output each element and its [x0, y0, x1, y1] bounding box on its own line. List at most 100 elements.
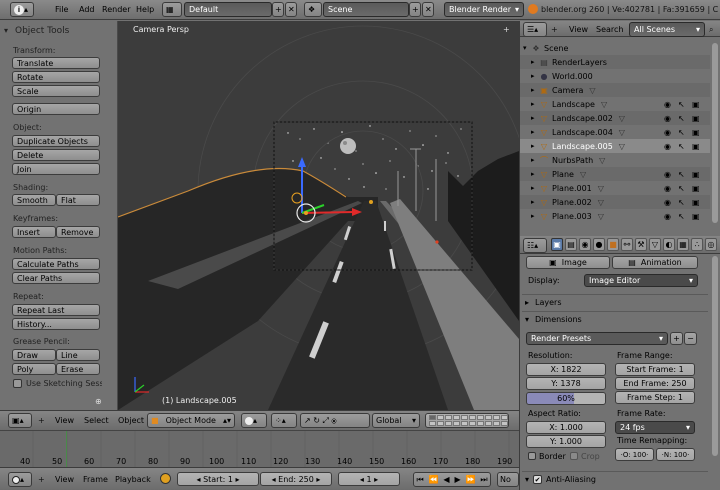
play-reverse-icon[interactable]: ◀ — [443, 475, 449, 484]
eye-icon[interactable]: ◉ — [664, 170, 671, 179]
tree-line-icon[interactable]: ▸ — [531, 156, 539, 164]
crop-checkbox[interactable] — [570, 452, 578, 460]
manipulator-buttons[interactable]: ↗ ↻ ⤢ ⦿ — [300, 413, 370, 428]
scale-button[interactable]: Scale — [12, 85, 100, 97]
object-data-icon[interactable]: ▽ — [598, 184, 604, 193]
collapse-menus-icon[interactable]: + — [38, 475, 45, 484]
resolution-percentage-slider[interactable]: 60% — [526, 392, 606, 405]
display-select[interactable]: Image Editor ▾ — [584, 274, 698, 287]
layer-toggle[interactable] — [493, 415, 500, 420]
outliner-item[interactable]: ▸ ▽ Landscape.004 ▽ ◉ ↖ ▣ — [520, 125, 710, 139]
current-frame-field[interactable]: ◂ 1 ▸ — [338, 472, 400, 486]
cursor-icon[interactable]: ↖ — [678, 170, 685, 179]
render-visibility-icon[interactable]: ▣ — [692, 114, 700, 123]
anti-aliasing-panel-header[interactable]: ▾ ✔ Anti-Aliasing — [522, 471, 708, 487]
menu-file[interactable]: File — [55, 5, 68, 14]
keyframe-record-icon[interactable] — [160, 473, 171, 484]
layer-buttons[interactable] — [425, 413, 509, 428]
object-data-icon[interactable]: ▽ — [619, 114, 625, 123]
cursor-icon[interactable]: ↖ — [678, 100, 685, 109]
jump-start-icon[interactable]: ⏮ — [416, 475, 423, 485]
poly-button[interactable]: Poly — [12, 363, 56, 375]
tree-line-icon[interactable]: ▸ — [531, 86, 539, 94]
duplicate-objects-button[interactable]: Duplicate Objects — [12, 135, 100, 147]
line-button[interactable]: Line — [56, 349, 100, 361]
mode-select[interactable]: ■ Object Mode ▴▾ — [147, 413, 235, 428]
outliner-item[interactable]: ▸ ● World.000 — [520, 69, 710, 83]
menu-help[interactable]: Help — [136, 5, 154, 14]
object-data-icon[interactable]: ▽ — [619, 142, 625, 151]
render-visibility-icon[interactable]: ▣ — [692, 142, 700, 151]
3d-viewport[interactable]: Camera Persp (1) Landscape.005 + — [118, 21, 519, 410]
outliner-item[interactable]: ▸ ▽ Landscape.002 ▽ ◉ ↖ ▣ — [520, 111, 710, 125]
cursor-icon[interactable]: ↖ — [678, 114, 685, 123]
shading-button[interactable]: ▴ — [241, 413, 267, 428]
remove-keyframe-button[interactable]: Remove — [56, 226, 100, 238]
layer-toggle[interactable] — [453, 421, 460, 426]
layer-toggle[interactable] — [453, 415, 460, 420]
outliner-item[interactable]: ▾ ❖ Scene — [520, 41, 710, 55]
tree-line-icon[interactable]: ▸ — [531, 58, 539, 66]
eye-icon[interactable]: ◉ — [664, 142, 671, 151]
tree-line-icon[interactable]: ▸ — [531, 128, 539, 136]
layer-toggle[interactable] — [477, 415, 484, 420]
scene-field[interactable]: Scene — [323, 2, 409, 17]
tree-line-icon[interactable]: ▸ — [531, 142, 539, 150]
editor-type-button[interactable]: ▣ ▴ — [8, 413, 32, 428]
cursor-icon[interactable]: ↖ — [678, 142, 685, 151]
object-tab-icon[interactable]: ■ — [607, 238, 619, 251]
rotate-button[interactable]: Rotate — [12, 71, 100, 83]
clear-paths-button[interactable]: Clear Paths — [12, 272, 100, 284]
erase-button[interactable]: Erase — [56, 363, 100, 375]
modifiers-tab-icon[interactable]: ⚒ — [635, 238, 647, 251]
properties-scrollbar[interactable] — [712, 256, 718, 456]
menu-view[interactable]: View — [569, 25, 588, 34]
border-checkbox[interactable] — [528, 452, 536, 460]
menu-render[interactable]: Render — [102, 5, 130, 14]
object-data-icon[interactable]: ▽ — [601, 100, 607, 109]
object-data-icon[interactable]: ▽ — [598, 198, 604, 207]
layer-toggle[interactable] — [485, 415, 492, 420]
menu-object[interactable]: Object — [118, 416, 144, 425]
layer-toggle[interactable] — [429, 421, 436, 426]
render-visibility-icon[interactable]: ▣ — [692, 170, 700, 179]
aspect-x-field[interactable]: X: 1.000 — [526, 421, 606, 434]
playback-controls[interactable]: ⏮ ⏪ ◀ ▶ ⏩ ⏭ — [413, 472, 491, 487]
object-data-icon[interactable]: ▽ — [599, 156, 605, 165]
layer-toggle[interactable] — [445, 421, 452, 426]
menu-select[interactable]: Select — [84, 416, 109, 425]
render-visibility-icon[interactable]: ▣ — [692, 128, 700, 137]
render-tab-icon[interactable]: ▣ — [551, 238, 563, 251]
start-frame-field[interactable]: ◂ Start: 1 ▸ — [177, 472, 259, 486]
render-visibility-icon[interactable]: ▣ — [692, 184, 700, 193]
display-mode-select[interactable]: All Scenes ▾ — [629, 22, 705, 37]
render-visibility-icon[interactable]: ▣ — [692, 100, 700, 109]
cursor-icon[interactable]: ↖ — [678, 212, 685, 221]
layer-toggle[interactable] — [493, 421, 500, 426]
dimensions-panel-header[interactable]: ▾ Dimensions — [522, 311, 708, 327]
eye-icon[interactable]: ◉ — [664, 114, 671, 123]
tree-line-icon[interactable]: ▸ — [531, 212, 539, 220]
frame-step-field[interactable]: Frame Step: 1 — [615, 391, 695, 404]
orientation-select[interactable]: Global ▾ — [372, 413, 420, 428]
layer-toggle[interactable] — [485, 421, 492, 426]
plus-icon[interactable]: ⊕ — [95, 397, 102, 406]
join-button[interactable]: Join — [12, 163, 100, 175]
menu-playback[interactable]: Playback — [115, 475, 151, 484]
layout-field[interactable]: Default — [184, 2, 272, 17]
tree-line-icon[interactable]: ▸ — [531, 100, 539, 108]
layer-toggle[interactable] — [461, 415, 468, 420]
outliner-item[interactable]: ▸ ▽ Plane.002 ▽ ◉ ↖ ▣ — [520, 195, 710, 209]
eye-icon[interactable]: ◉ — [664, 184, 671, 193]
translate-button[interactable]: Translate — [12, 57, 100, 69]
scene-tab-icon[interactable]: ◉ — [579, 238, 591, 251]
tree-line-icon[interactable]: ▸ — [531, 198, 539, 206]
material-tab-icon[interactable]: ◐ — [663, 238, 675, 251]
frame-rate-select[interactable]: 24 fps ▾ — [615, 421, 695, 434]
menu-add[interactable]: Add — [79, 5, 95, 14]
jump-end-icon[interactable]: ⏭ — [480, 475, 487, 485]
tree-line-icon[interactable]: ▸ — [531, 184, 539, 192]
origin-button[interactable]: Origin — [12, 103, 100, 115]
layer-toggle[interactable] — [501, 421, 508, 426]
outliner-item[interactable]: ▸ ▽ Plane.001 ▽ ◉ ↖ ▣ — [520, 181, 710, 195]
